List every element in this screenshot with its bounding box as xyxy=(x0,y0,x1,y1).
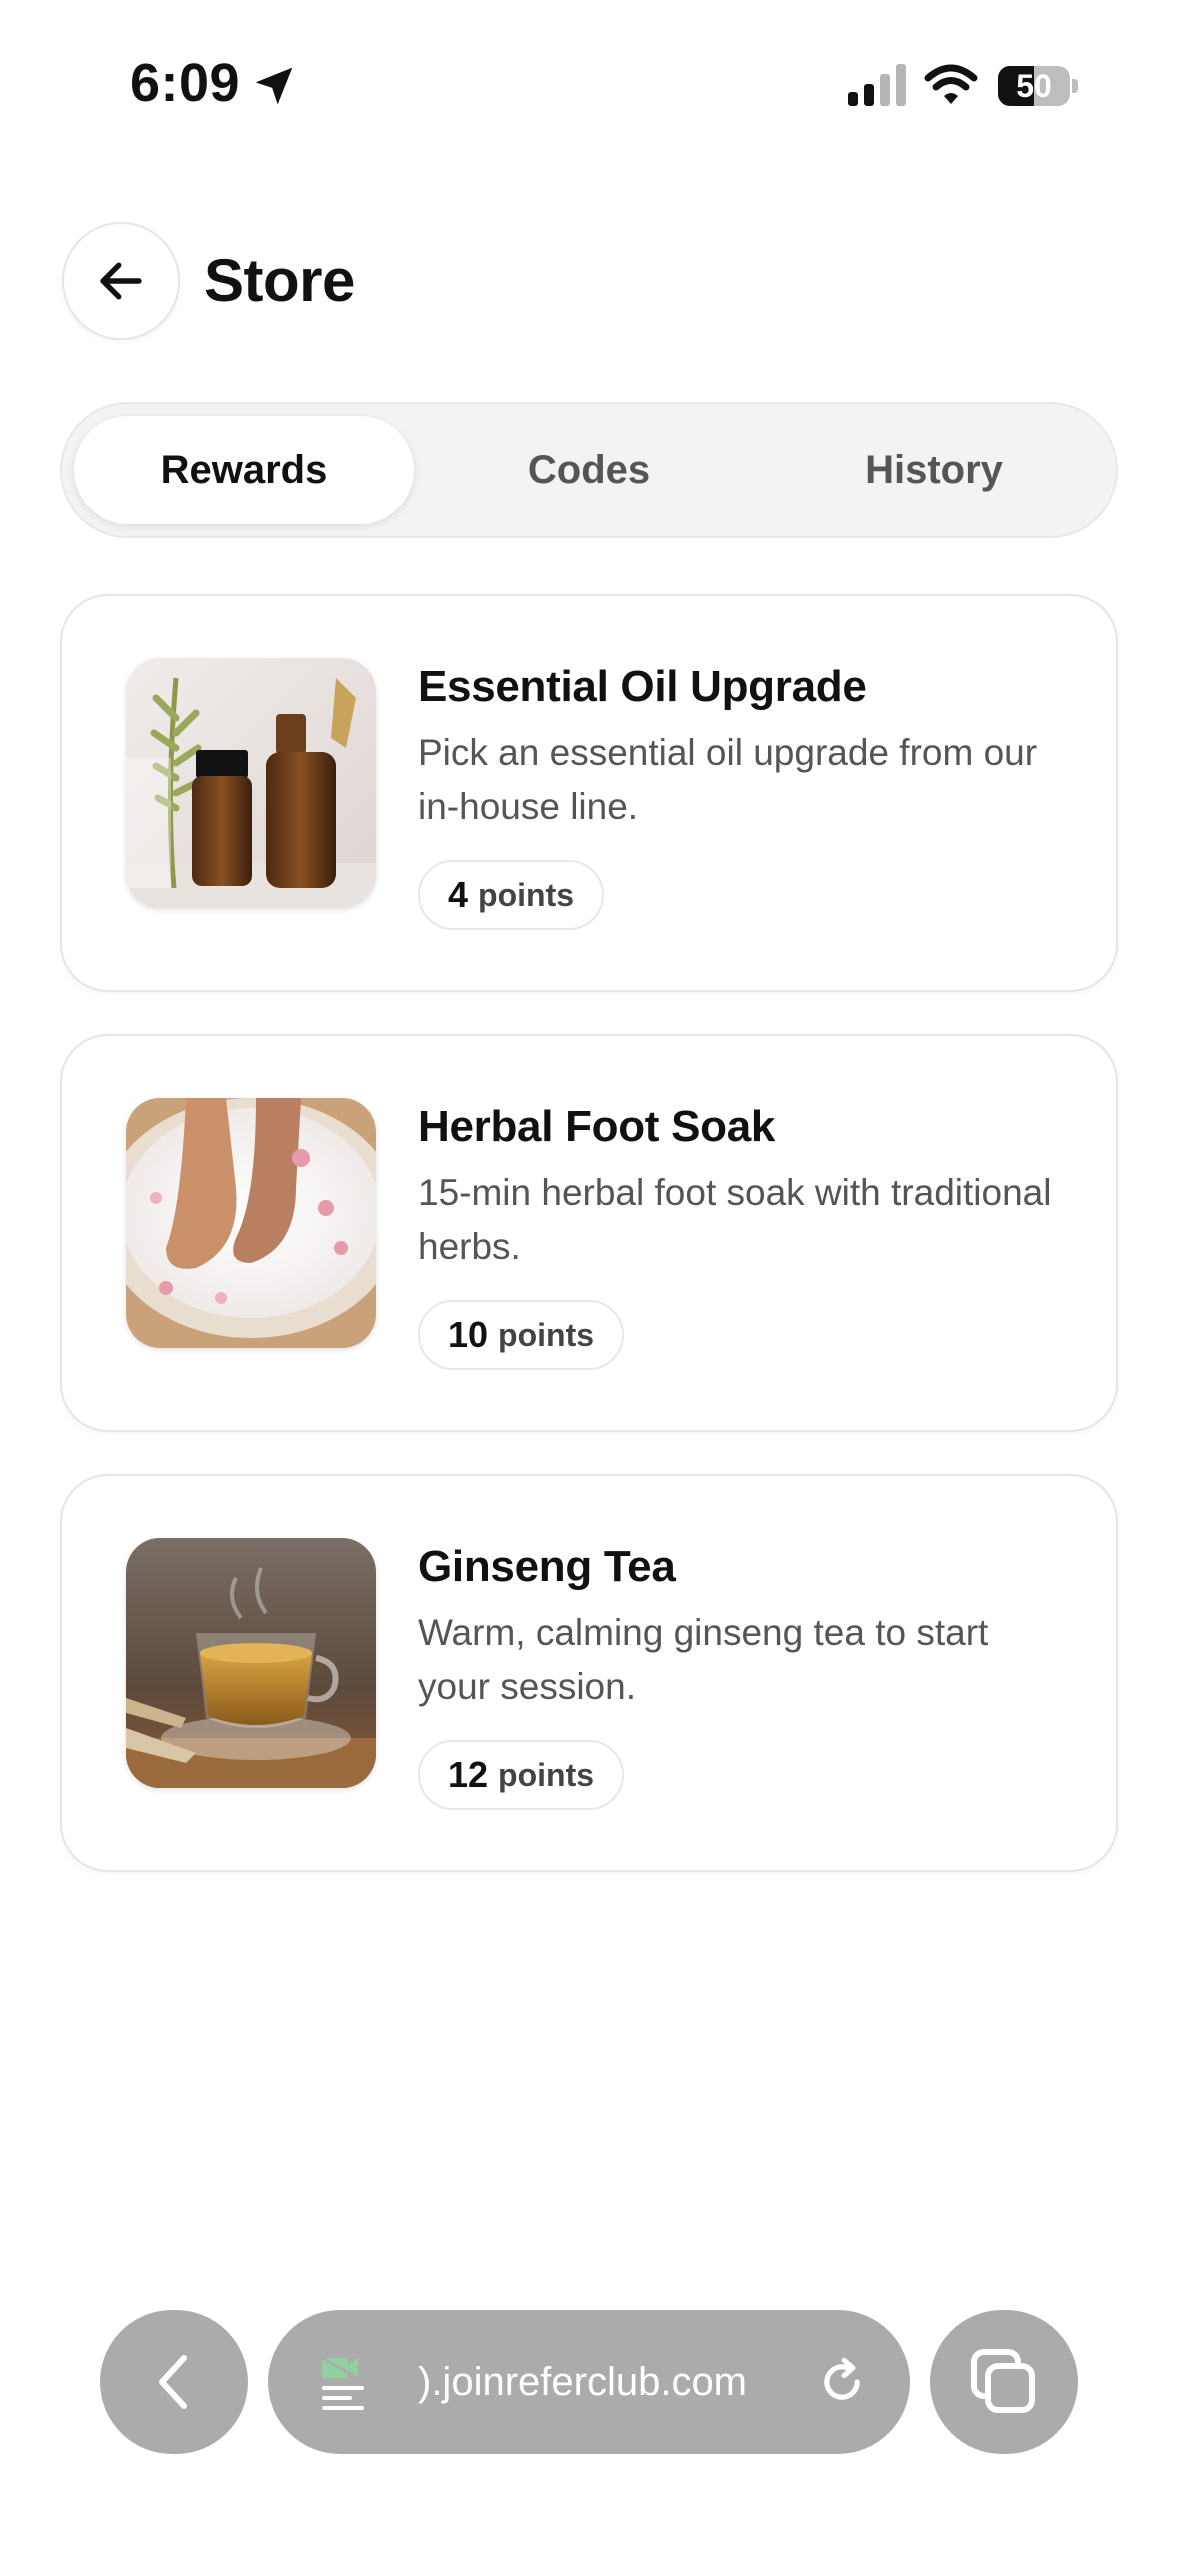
tab-history[interactable]: History xyxy=(764,416,1104,524)
reward-description: Pick an essential oil upgrade from our i… xyxy=(418,732,1038,827)
reload-icon[interactable] xyxy=(816,2356,868,2408)
points-badge: 12 points xyxy=(418,1740,625,1810)
reward-title: Ginseng Tea xyxy=(418,1542,676,1591)
site-settings-icon[interactable] xyxy=(318,2354,376,2412)
reward-image-foot-soak xyxy=(126,1098,376,1348)
points-unit: points xyxy=(498,1756,595,1793)
store-tabs: Rewards Codes History xyxy=(60,402,1118,538)
browser-back-button[interactable] xyxy=(100,2310,248,2454)
reward-description: 15-min herbal foot soak with traditional… xyxy=(418,1172,1052,1267)
wifi-icon xyxy=(924,64,978,104)
tab-codes[interactable]: Codes xyxy=(419,416,759,524)
points-unit: points xyxy=(498,1316,595,1353)
reward-title: Herbal Foot Soak xyxy=(418,1102,776,1151)
tab-rewards[interactable]: Rewards xyxy=(74,416,414,524)
points-value: 10 xyxy=(448,1314,489,1355)
status-bar: 6:09 50 xyxy=(0,0,1179,170)
back-button[interactable] xyxy=(62,222,180,340)
points-unit: points xyxy=(478,876,575,913)
battery-icon: 50 xyxy=(998,66,1078,106)
page-title: Store xyxy=(204,247,355,314)
browser-tabs-button[interactable] xyxy=(930,2310,1078,2454)
reward-image-ginseng-tea xyxy=(126,1538,376,1788)
status-time: 6:09 xyxy=(130,53,241,113)
reward-card[interactable]: Herbal Foot Soak 15-min herbal foot soak… xyxy=(60,1034,1118,1432)
reward-description: Warm, calming ginseng tea to start your … xyxy=(418,1612,989,1707)
url-bar[interactable]: ).joinreferclub.com xyxy=(268,2310,910,2454)
reward-image-essential-oil xyxy=(126,658,376,908)
points-value: 12 xyxy=(448,1754,489,1795)
reward-title: Essential Oil Upgrade xyxy=(418,662,867,711)
chevron-left-icon xyxy=(159,2355,187,2409)
location-arrow-icon xyxy=(255,67,293,105)
reward-card[interactable]: Essential Oil Upgrade Pick an essential … xyxy=(60,594,1118,992)
cellular-signal-icon xyxy=(848,64,906,106)
reward-card[interactable]: Ginseng Tea Warm, calming ginseng tea to… xyxy=(60,1474,1118,1872)
points-badge: 10 points xyxy=(418,1300,625,1370)
tabs-icon xyxy=(971,2349,1035,2413)
url-text: ).joinreferclub.com xyxy=(418,2360,748,2404)
arrow-left-icon xyxy=(100,262,142,300)
points-badge: 4 points xyxy=(418,860,605,930)
battery-percent: 50 xyxy=(1016,68,1052,104)
points-value: 4 xyxy=(448,874,469,915)
